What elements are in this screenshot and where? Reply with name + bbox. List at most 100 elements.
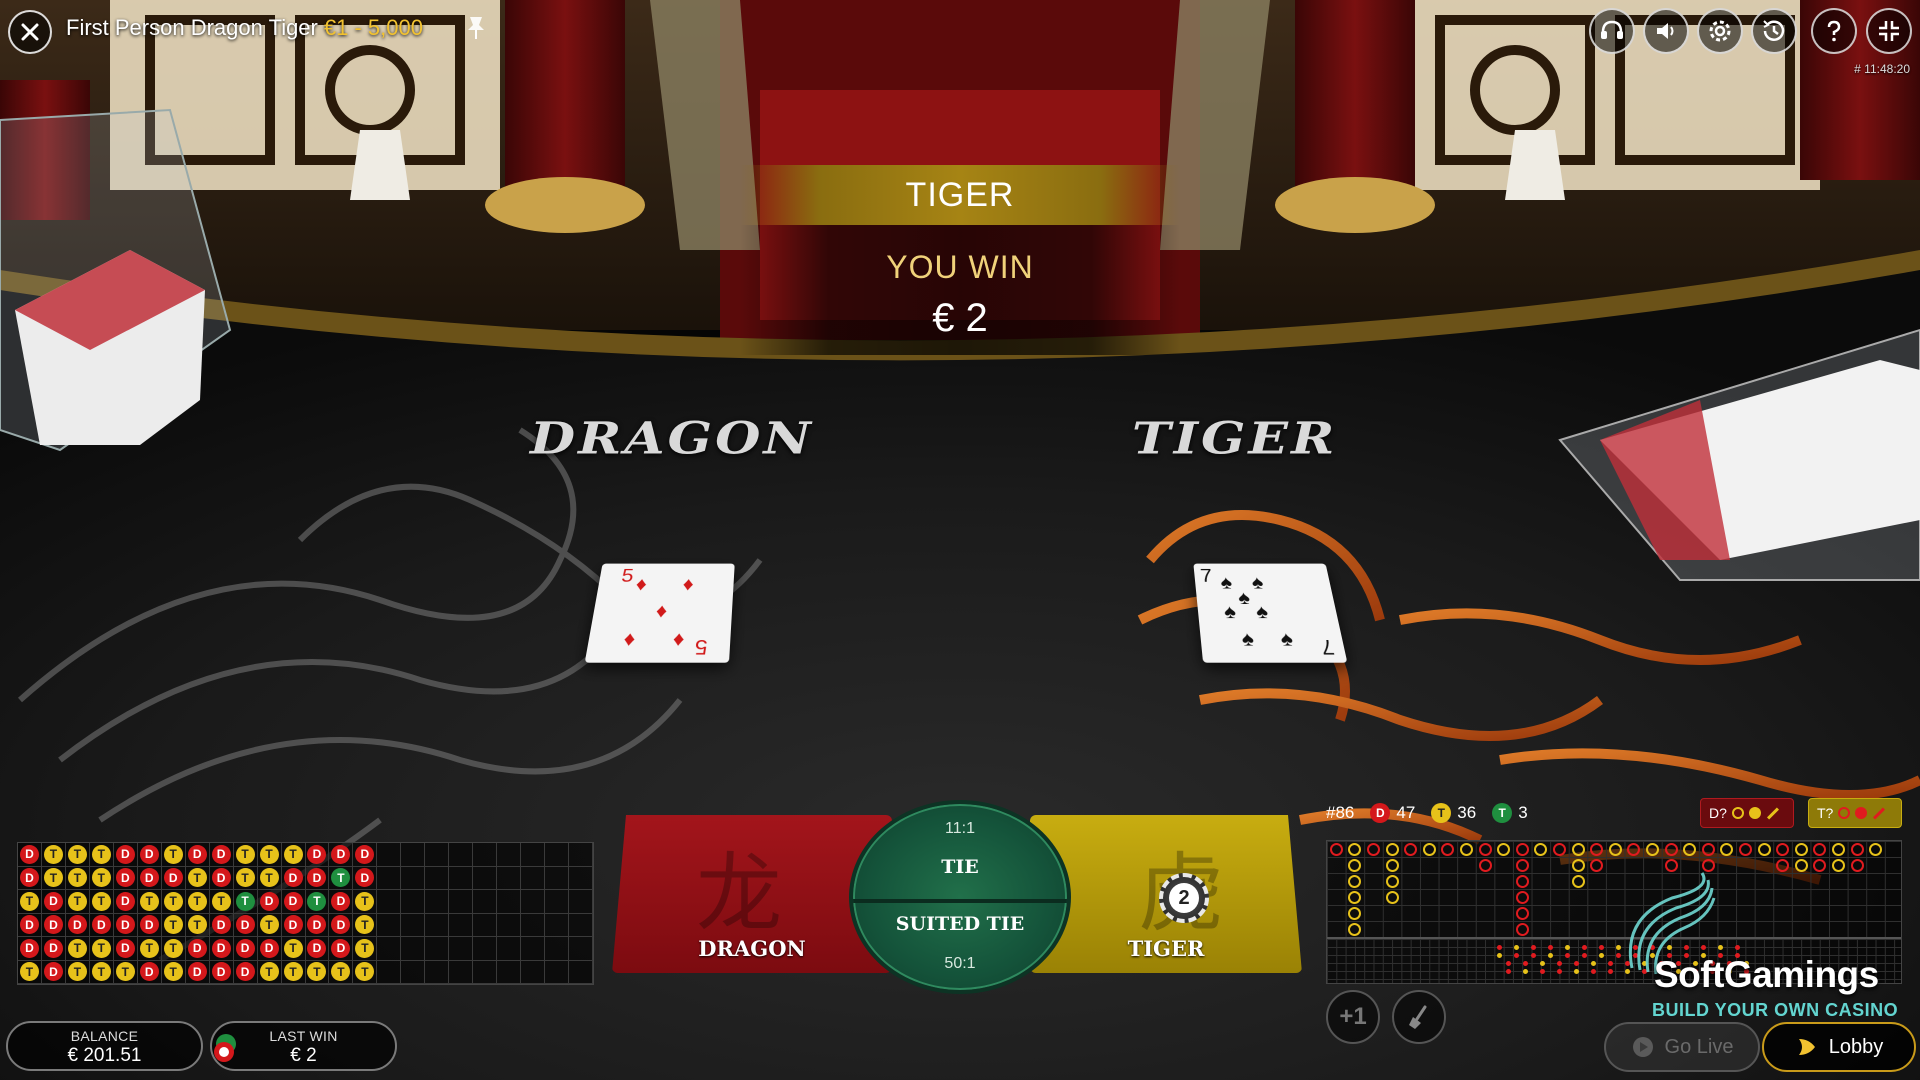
bead-road-cell: T xyxy=(65,937,90,961)
bead-road-cell xyxy=(545,890,570,914)
lobby-button[interactable]: Lobby xyxy=(1762,1022,1916,1072)
bead-road-cell xyxy=(377,890,402,914)
derived-road-mark xyxy=(1505,969,1511,974)
big-road-dragon-ring xyxy=(1850,842,1864,856)
big-road-dragon-ring xyxy=(1701,842,1715,856)
tiger-bead: T xyxy=(355,962,375,982)
predict-slash-icon xyxy=(1873,806,1886,820)
close-button[interactable] xyxy=(8,10,52,54)
speaker-icon xyxy=(1657,23,1674,39)
big-road-dragon-ring xyxy=(1813,842,1827,856)
dragon-predict-label: D? xyxy=(1709,805,1727,821)
tiger-predict-button[interactable]: T? xyxy=(1808,798,1902,828)
bead-road-cell: D xyxy=(281,913,306,937)
help-button[interactable] xyxy=(1811,8,1857,54)
dragon-bead: D xyxy=(115,891,135,911)
bead-road-cell: D xyxy=(41,937,66,961)
bead-road-cell: T xyxy=(329,960,354,984)
pin-button[interactable] xyxy=(462,13,490,46)
bead-road-cell: T xyxy=(353,937,378,961)
bead-road-cell: D xyxy=(209,866,234,890)
spade-suit-icon: ♠ xyxy=(1278,627,1295,651)
repeat-bet-button[interactable]: +1 xyxy=(1326,990,1380,1044)
tie-label: TIE xyxy=(941,856,979,878)
dragon-bead: D xyxy=(19,868,39,888)
bead-road-cell: D xyxy=(257,937,282,961)
dragon-bead: D xyxy=(163,868,183,888)
bead-road-cell: T xyxy=(353,890,378,914)
tiger-bead: T xyxy=(235,868,255,888)
tiger-bead: T xyxy=(259,868,279,888)
dragon-bead: D xyxy=(307,868,327,888)
winner-banner: TIGER xyxy=(740,165,1180,225)
dragon-table-label: DRAGON xyxy=(530,412,814,465)
bead-road-cell: T xyxy=(185,866,210,890)
bead-road-cell xyxy=(497,866,522,890)
bead-road-cell: D xyxy=(113,913,138,937)
bead-road-cell: T xyxy=(161,937,186,961)
bead-road-cell: T xyxy=(89,960,114,984)
clear-bet-button[interactable] xyxy=(1392,990,1446,1044)
big-road-tiger-ring xyxy=(1348,874,1362,888)
dragon-bead: D xyxy=(259,891,279,911)
big-road-tiger-ring xyxy=(1534,842,1548,856)
dragon-bead: D xyxy=(283,891,303,911)
derived-road-mark xyxy=(1582,945,1587,950)
history-button[interactable] xyxy=(1751,8,1797,54)
tie-bead: T xyxy=(235,891,255,911)
tiger-card: 7 ♠ ♠ ♠ ♠ ♠ ♠ ♠ 7 xyxy=(1193,563,1348,663)
sound-button[interactable] xyxy=(1643,8,1689,54)
bead-road-cell xyxy=(497,843,522,867)
bead-road-cell: T xyxy=(113,960,138,984)
bead-road-cell xyxy=(521,937,546,961)
bead-road-cell xyxy=(449,913,474,937)
bead-road-cell xyxy=(545,937,570,961)
spade-suit-icon: ♠ xyxy=(1219,571,1234,593)
chip-value: 2 xyxy=(1169,883,1199,913)
bead-road-cell xyxy=(473,937,498,961)
go-live-button[interactable]: Go Live xyxy=(1604,1022,1760,1072)
bead-road-cell: D xyxy=(305,913,330,937)
round-number: #86 xyxy=(1326,803,1355,822)
pin-icon xyxy=(468,17,484,39)
bead-road-cell: T xyxy=(353,960,378,984)
big-road-tiger-ring xyxy=(1348,922,1362,936)
dragon-predict-button[interactable]: D? xyxy=(1700,798,1794,828)
big-road-dragon-ring xyxy=(1515,858,1529,872)
bead-road-cell: D xyxy=(185,843,210,867)
big-road-dragon-ring xyxy=(1553,842,1566,856)
dragon-card: 5 ♦ ♦ ♦ ♦ ♦ 5 xyxy=(584,563,735,663)
bead-road-cell: D xyxy=(185,937,210,961)
bet-spot-tie[interactable]: 11:1 TIE xyxy=(853,804,1067,899)
bead-road-cell: D xyxy=(329,890,354,914)
close-icon xyxy=(21,23,39,41)
dragon-bead: D xyxy=(283,915,303,935)
bead-road-cell: T xyxy=(233,890,258,914)
dragon-bead: D xyxy=(139,915,159,935)
bead-road-cell: D xyxy=(305,843,330,867)
dragon-bead: D xyxy=(235,962,255,982)
settings-button[interactable] xyxy=(1697,8,1743,54)
bead-road-cell xyxy=(545,866,570,890)
tiger-bead: T xyxy=(283,938,303,958)
fullscreen-button[interactable] xyxy=(1866,8,1912,54)
dragon-bead: D xyxy=(115,868,135,888)
bead-road-cell: D xyxy=(41,960,66,984)
tie-count: 3 xyxy=(1518,803,1528,822)
dragon-bead: D xyxy=(307,915,327,935)
bead-road-cell: T xyxy=(65,843,90,867)
bead-road-cell: D xyxy=(233,937,258,961)
tiger-bead: T xyxy=(307,962,327,982)
bead-road-cell xyxy=(401,843,426,867)
big-road-tiger-ring xyxy=(1497,842,1511,856)
dragon-bead: D xyxy=(139,868,159,888)
bead-road-cell xyxy=(377,843,402,867)
big-road-tiger-ring xyxy=(1348,842,1362,856)
bet-spot-suited-tie[interactable]: SUITED TIE 50:1 xyxy=(853,903,1067,990)
derived-road-mark xyxy=(1565,953,1570,958)
bead-road-cell: T xyxy=(305,890,330,914)
chat-support-button[interactable] xyxy=(1589,8,1635,54)
headset-icon xyxy=(1601,20,1623,39)
dragon-bead: D xyxy=(307,938,327,958)
derived-road-mark xyxy=(1556,961,1562,966)
